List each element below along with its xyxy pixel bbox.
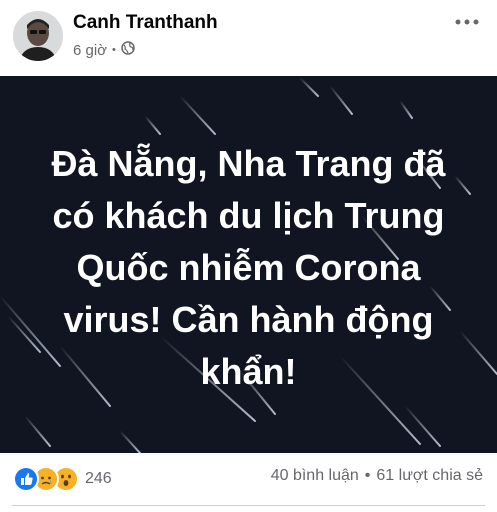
post-image[interactable]: Đà Nẵng, Nha Trang đã có khách du lịch T… <box>0 76 497 453</box>
image-text-line: virus! Cần hành động <box>63 299 434 340</box>
post-stats: 40 bình luận • 61 lượt chia sẻ <box>271 467 483 485</box>
divider <box>12 505 485 506</box>
stats-separator: • <box>364 467 371 484</box>
post-meta: 6 giờ • <box>73 41 135 59</box>
image-text-line: khẩn! <box>200 351 297 392</box>
post-image-text: Đà Nẵng, Nha Trang đã có khách du lịch T… <box>20 138 477 398</box>
author-name[interactable]: Canh Tranthanh <box>73 12 218 34</box>
globe-icon[interactable] <box>121 41 135 59</box>
avatar[interactable] <box>13 11 63 61</box>
like-icon <box>13 466 39 492</box>
post-footer: 246 40 bình luận • 61 lượt chia sẻ <box>0 453 497 512</box>
image-text-line: Quốc nhiễm Corona <box>76 247 421 288</box>
reaction-count: 246 <box>85 470 112 487</box>
image-text-line: Đà Nẵng, Nha Trang đã <box>51 143 446 184</box>
meta-separator: • <box>112 44 116 56</box>
more-dots-icon[interactable] <box>453 12 481 32</box>
image-text-line: có khách du lịch Trung <box>52 195 445 236</box>
post-time[interactable]: 6 giờ <box>73 42 107 59</box>
comments-count[interactable]: 40 bình luận <box>271 467 359 485</box>
post-header: Canh Tranthanh 6 giờ • <box>0 0 497 76</box>
reactions-summary[interactable]: 246 <box>13 466 112 492</box>
shares-count[interactable]: 61 lượt chia sẻ <box>376 467 483 485</box>
